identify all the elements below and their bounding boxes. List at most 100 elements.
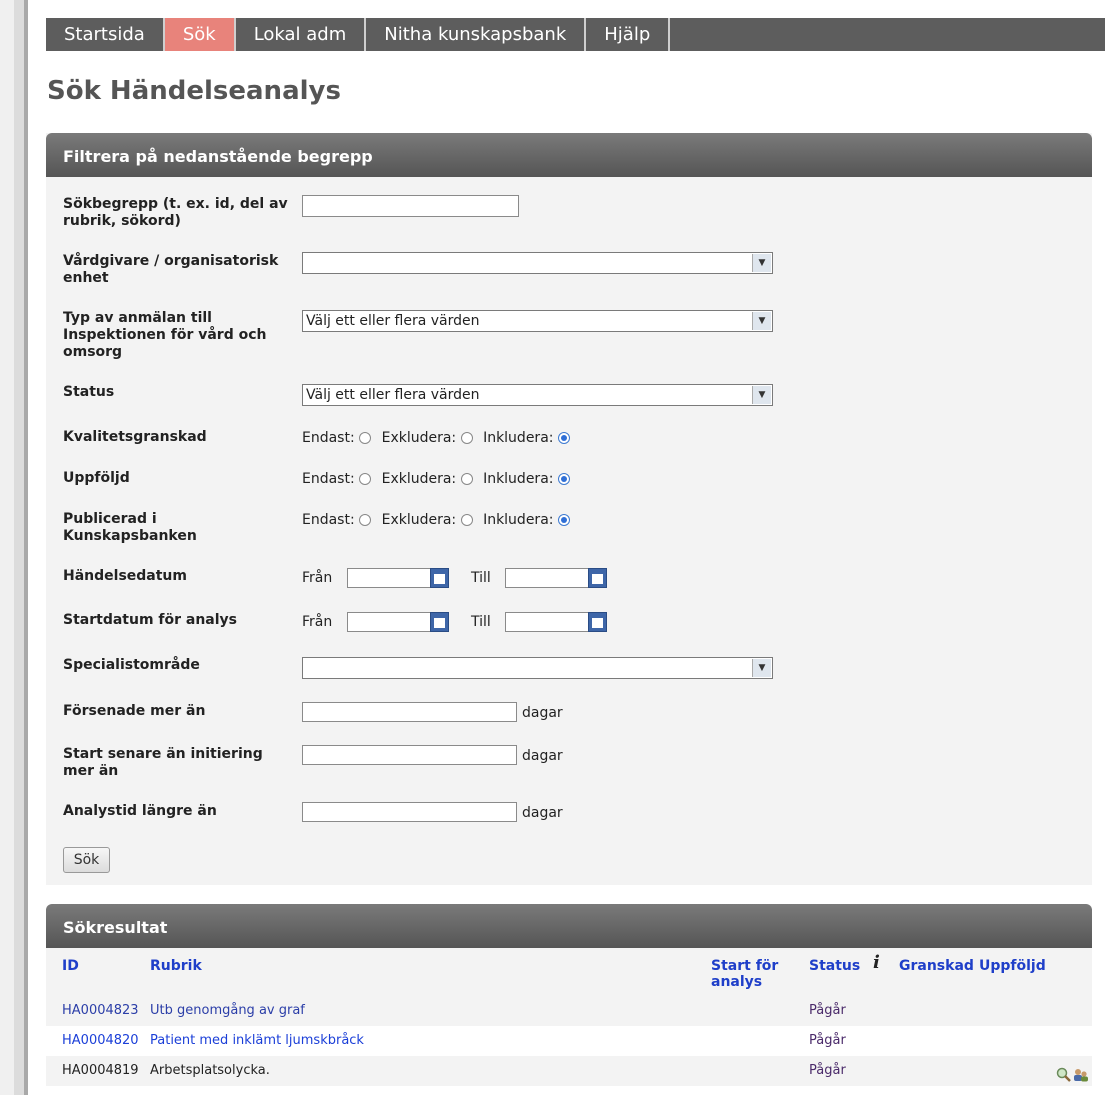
quality-include-label: Inkludera: [483,430,554,446]
row-rubrik[interactable]: Patient med inklämt ljumskbråck [150,1026,364,1056]
start-later-input[interactable] [302,745,517,765]
row-status: Pågår [809,1033,846,1048]
caregiver-label: Vårdgivare / organisatorisk enhet [63,253,279,286]
nav-lokal-adm[interactable]: Lokal adm [236,18,367,51]
column-start[interactable]: Start för analys [711,958,781,990]
search-button[interactable]: Sök [63,847,110,873]
quality-radio-group: Endast: Exkludera: Inkludera: [302,429,576,447]
start-date-to-label: Till [471,614,491,630]
start-date-to-input[interactable] [505,612,607,632]
nav-hjalp[interactable]: Hjälp [586,18,671,51]
delayed-label: Försenade mer än [63,703,206,719]
nav-nitha-kunskapsbank[interactable]: Nitha kunskapsbank [366,18,587,51]
report-type-select[interactable]: Välj ett eller flera värden ▼ [302,310,773,332]
results-header-row: ID Rubrik Start för analys Status i Gran… [46,948,1092,996]
followup-include-radio[interactable] [557,473,570,485]
calendar-icon[interactable] [430,568,449,588]
followup-include-label: Inkludera: [483,471,554,487]
table-row[interactable]: HA0004820 Patient med inklämt ljumskbråc… [46,1026,1092,1056]
start-date-from-label: Från [302,614,333,630]
row-id[interactable]: HA0004820 [62,1026,139,1056]
page-title: Sök Händelseanalys [47,76,341,106]
search-input[interactable] [302,195,519,217]
column-id[interactable]: ID [62,958,79,974]
start-later-label: Start senare än initiering mer än [63,746,263,779]
followup-exclude-radio[interactable] [460,473,473,485]
chevron-down-icon: ▼ [752,312,771,330]
specialty-label: Specialistområde [63,657,200,673]
event-date-from-label: Från [302,570,333,586]
published-only-label: Endast: [302,512,355,528]
event-date-to-input[interactable] [505,568,607,588]
published-radio-group: Endast: Exkludera: Inkludera: [302,511,576,529]
row-actions [1056,1064,1090,1094]
status-label: Status [63,384,115,400]
quality-include-radio[interactable] [557,432,570,444]
chevron-down-icon: ▼ [752,254,771,272]
analysis-time-label: Analystid längre än [63,803,217,819]
search-label: Sökbegrepp (t. ex. id, del av rubrik, sö… [63,196,288,229]
published-include-radio[interactable] [557,514,570,526]
status-value: Välj ett eller flera värden [306,387,480,403]
report-type-label: Typ av anmälan till Inspektionen för vår… [63,310,267,360]
calendar-icon[interactable] [430,612,449,632]
magnifier-icon[interactable] [1056,1067,1071,1082]
column-status[interactable]: Status [809,958,860,974]
row-rubrik[interactable]: Arbetsplatsolycka. [150,1056,270,1086]
event-date-to-label: Till [471,570,491,586]
info-icon: i [873,952,880,973]
published-exclude-label: Exkludera: [381,512,457,528]
quality-exclude-radio[interactable] [460,432,473,444]
calendar-icon[interactable] [588,568,607,588]
event-date-label: Händelsedatum [63,568,187,584]
table-row[interactable]: HA0004819 Arbetsplatsolycka. Pågår [46,1056,1092,1086]
quality-only-radio[interactable] [359,432,372,444]
nav-sok[interactable]: Sök [164,18,236,51]
published-exclude-radio[interactable] [460,514,473,526]
results-panel-heading: Sökresultat [46,904,1092,948]
column-granskad[interactable]: Granskad [899,958,974,974]
report-type-value: Välj ett eller flera värden [306,313,480,329]
chevron-down-icon: ▼ [752,386,771,404]
results-panel: Sökresultat ID Rubrik Start för analys S… [46,904,1092,1095]
published-label: Publicerad i Kunskapsbanken [63,511,197,544]
start-later-days-label: dagar [522,748,563,764]
followup-radio-group: Endast: Exkludera: Inkludera: [302,470,576,488]
published-only-radio[interactable] [359,514,372,526]
chevron-down-icon: ▼ [752,659,771,677]
caregiver-select[interactable]: ▼ [302,252,773,274]
row-rubrik[interactable]: Utb genomgång av graf [150,996,305,1026]
event-date-from-input[interactable] [347,568,449,588]
status-select[interactable]: Välj ett eller flera värden ▼ [302,384,773,406]
filter-panel: Filtrera på nedanstående begrepp Sökbegr… [46,133,1092,885]
calendar-icon[interactable] [588,612,607,632]
published-include-label: Inkludera: [483,512,554,528]
analysis-time-input[interactable] [302,802,517,822]
specialty-select[interactable]: ▼ [302,657,773,679]
users-icon[interactable] [1074,1069,1088,1082]
quality-only-label: Endast: [302,430,355,446]
row-id[interactable]: HA0004819 [62,1056,139,1086]
column-uppfoljd[interactable]: Uppföljd [979,958,1046,974]
start-date-from-input[interactable] [347,612,449,632]
followup-only-radio[interactable] [359,473,372,485]
filter-panel-heading: Filtrera på nedanstående begrepp [46,133,1092,177]
followup-label: Uppföljd [63,470,130,486]
start-date-label: Startdatum för analys [63,612,238,628]
analysis-time-days-label: dagar [522,805,563,821]
delayed-days-label: dagar [522,705,563,721]
delayed-input[interactable] [302,702,517,722]
top-navigation: Startsida Sök Lokal adm Nitha kunskapsba… [46,18,1105,51]
row-action-icons [1056,1067,1088,1082]
table-row[interactable]: HA0004823 Utb genomgång av graf Pågår [46,996,1092,1026]
quality-exclude-label: Exkludera: [381,430,457,446]
column-rubrik[interactable]: Rubrik [150,958,202,974]
followup-exclude-label: Exkludera: [381,471,457,487]
page: Startsida Sök Lokal adm Nitha kunskapsba… [24,0,1105,1095]
followup-only-label: Endast: [302,471,355,487]
row-id[interactable]: HA0004823 [62,996,139,1026]
row-status: Pågår [809,1003,846,1018]
quality-label: Kvalitetsgranskad [63,429,207,445]
row-status: Pågår [809,1063,846,1078]
nav-startsida[interactable]: Startsida [46,18,165,51]
